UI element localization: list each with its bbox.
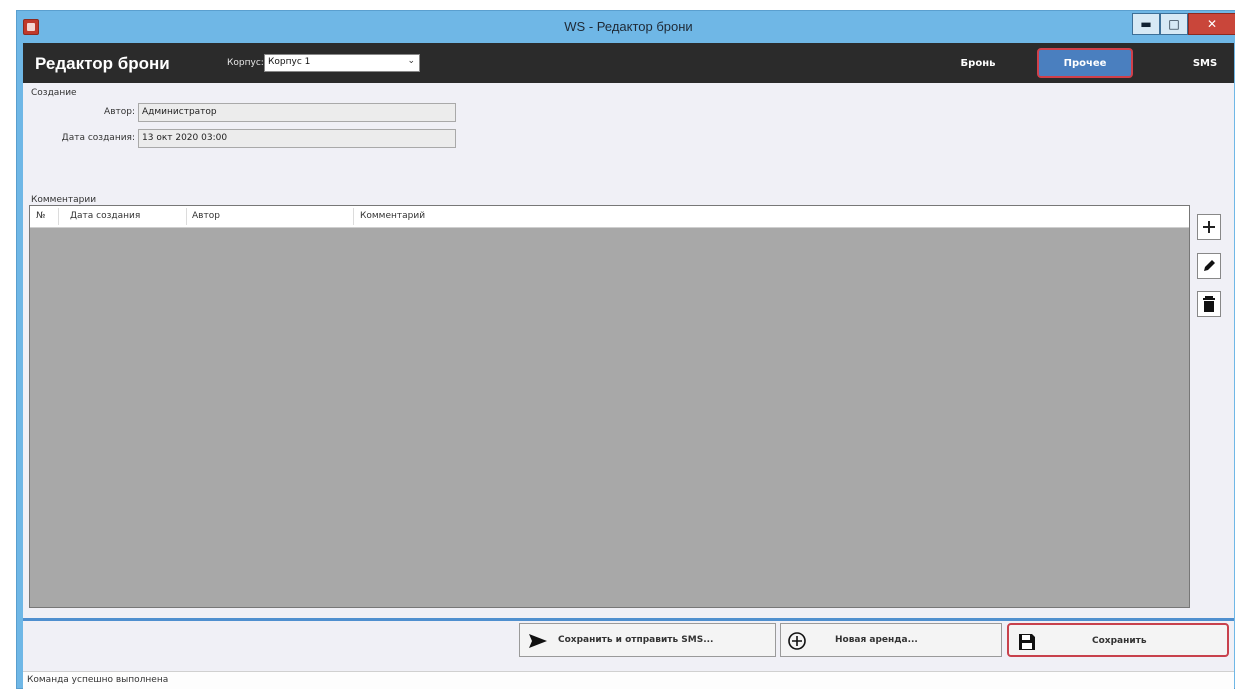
tab-sms[interactable]: SMS bbox=[1181, 43, 1229, 83]
tab-prochee[interactable]: Прочее bbox=[1033, 43, 1137, 83]
save-label: Сохранить bbox=[1092, 636, 1147, 646]
main-content: Создание Автор: Администратор Дата созда… bbox=[23, 83, 1234, 618]
save-button[interactable]: Сохранить bbox=[1007, 623, 1229, 657]
header-bar: Редактор брони Корпус: Корпус 1 ⌄ Бронь … bbox=[23, 43, 1234, 83]
maximize-button[interactable]: □ bbox=[1160, 13, 1188, 35]
comments-section-label: Комментарии bbox=[31, 195, 97, 205]
author-label: Автор: bbox=[104, 107, 135, 117]
edit-comment-button[interactable] bbox=[1197, 253, 1221, 279]
creation-section-label: Создание bbox=[31, 88, 77, 98]
close-button[interactable]: ✕ bbox=[1188, 13, 1235, 35]
column-comment[interactable]: Комментарий bbox=[360, 211, 425, 221]
save-and-send-sms-label: Сохранить и отправить SMS... bbox=[558, 635, 714, 645]
app-window: WS - Редактор брони ▬ □ ✕ Редактор брони… bbox=[16, 10, 1235, 689]
minimize-icon: ▬ bbox=[1140, 17, 1152, 31]
plus-icon bbox=[1203, 221, 1215, 233]
close-icon: ✕ bbox=[1206, 17, 1218, 31]
corp-select[interactable]: Корпус 1 ⌄ bbox=[264, 54, 420, 72]
table-header: № Дата создания Автор Комментарий bbox=[30, 206, 1189, 228]
title-bar: WS - Редактор брони ▬ □ ✕ bbox=[17, 11, 1235, 43]
column-date[interactable]: Дата создания bbox=[70, 211, 140, 221]
new-rent-label: Новая аренда... bbox=[835, 635, 918, 645]
column-separator bbox=[186, 208, 187, 225]
minimize-button[interactable]: ▬ bbox=[1132, 13, 1160, 35]
chevron-down-icon: ⌄ bbox=[407, 56, 415, 66]
corp-select-value: Корпус 1 bbox=[268, 57, 311, 67]
pencil-icon bbox=[1204, 260, 1215, 271]
corp-label: Корпус: bbox=[227, 58, 264, 68]
new-rent-button[interactable]: Новая аренда... bbox=[780, 623, 1002, 657]
delete-comment-button[interactable] bbox=[1197, 291, 1221, 317]
date-label: Дата создания: bbox=[61, 133, 135, 143]
add-comment-button[interactable] bbox=[1197, 214, 1221, 240]
page-title: Редактор брони bbox=[35, 54, 170, 73]
footer-toolbar: Сохранить и отправить SMS... Новая аренд… bbox=[23, 621, 1234, 671]
send-icon bbox=[529, 634, 547, 648]
date-field[interactable]: 13 окт 2020 03:00 bbox=[138, 129, 456, 148]
comments-table[interactable]: № Дата создания Автор Комментарий bbox=[29, 205, 1190, 608]
column-separator bbox=[353, 208, 354, 225]
status-bar: Команда успешно выполнена bbox=[23, 671, 1234, 689]
tab-bron[interactable]: Бронь bbox=[948, 43, 1008, 83]
column-number[interactable]: № bbox=[36, 211, 45, 221]
column-separator bbox=[58, 208, 59, 225]
window-title: WS - Редактор брони bbox=[564, 19, 693, 34]
save-and-send-sms-button[interactable]: Сохранить и отправить SMS... bbox=[519, 623, 776, 657]
maximize-icon: □ bbox=[1168, 17, 1180, 31]
author-field[interactable]: Администратор bbox=[138, 103, 456, 122]
floppy-disk-icon bbox=[1019, 634, 1035, 650]
tab-prochee-label: Прочее bbox=[1037, 48, 1133, 78]
column-author[interactable]: Автор bbox=[192, 211, 220, 221]
plus-circle-icon bbox=[788, 632, 806, 650]
trash-icon bbox=[1203, 296, 1215, 312]
